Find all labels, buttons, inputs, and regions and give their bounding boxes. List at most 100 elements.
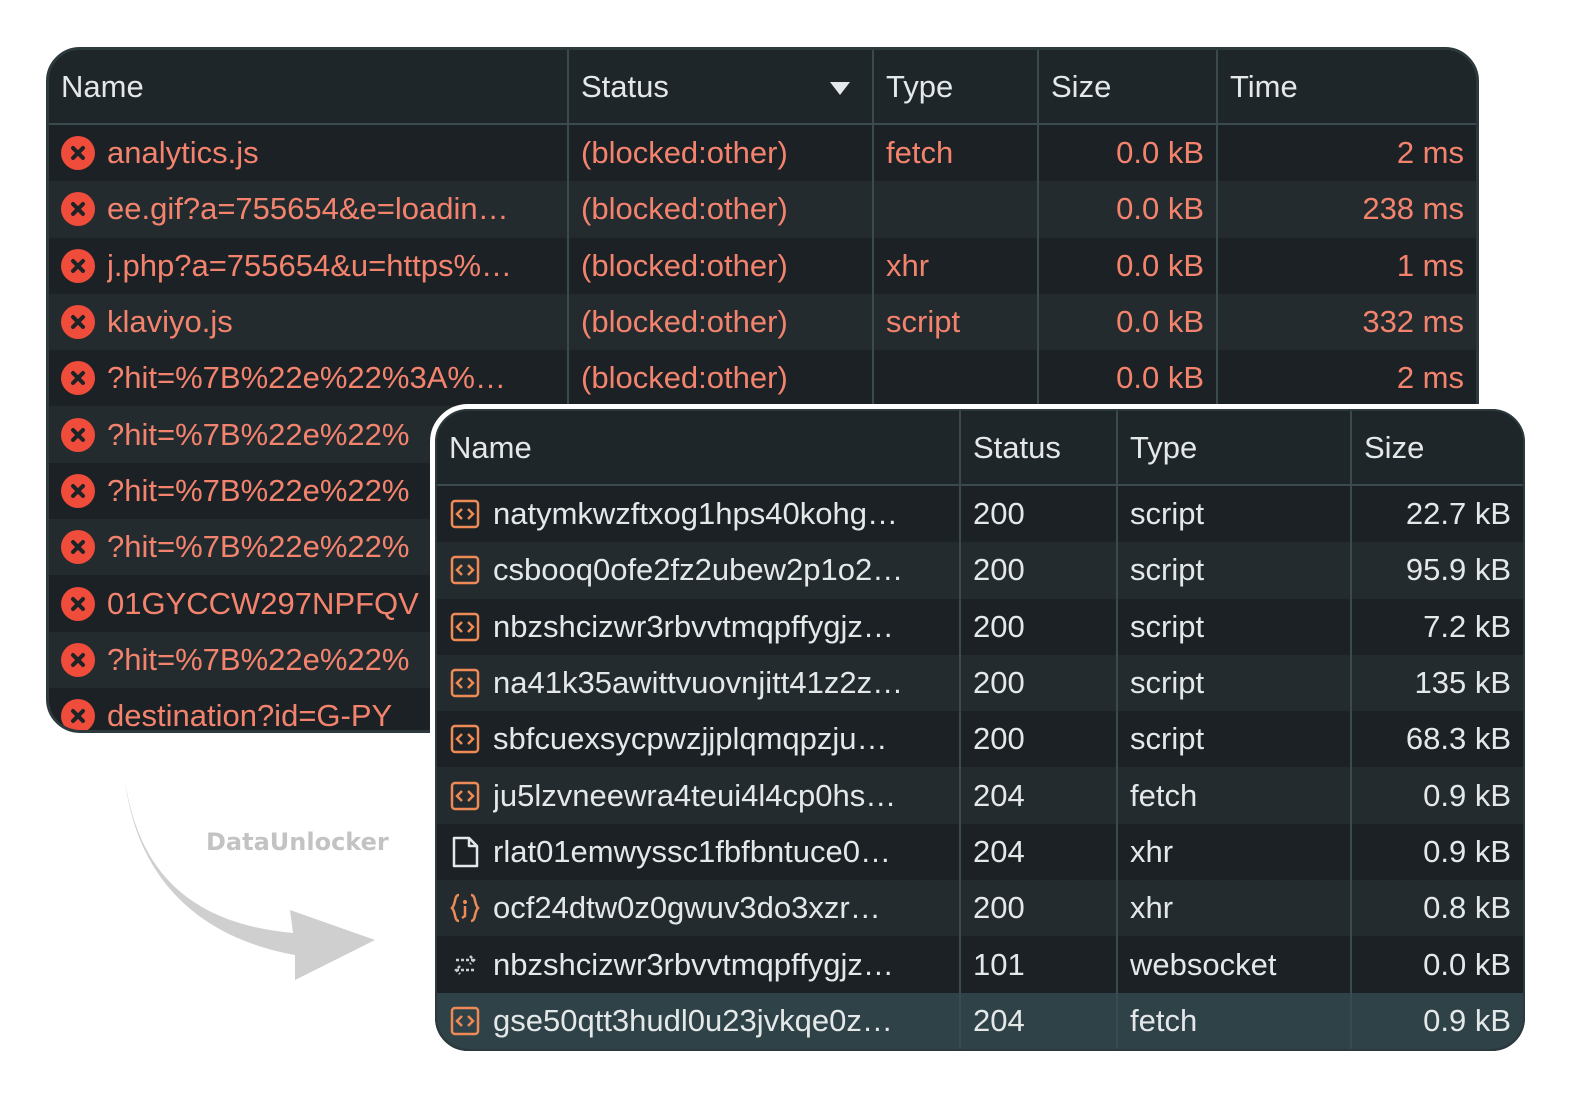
request-name-cell[interactable]: nbzshcizwr3rbvvtmqpffygjz… <box>437 598 961 655</box>
error-icon <box>61 642 95 677</box>
table-row[interactable]: ee.gif?a=755654&e=loadin… (blocked:other)… <box>49 181 1476 238</box>
request-name: rlat01emwyssc1fbfbntuce0… <box>449 834 947 870</box>
table-row[interactable]: natymkwzftxog1hps40kohg… 200 script 22.7 kB <box>437 485 1523 543</box>
request-name-text: j.php?a=755654&u=https%… <box>107 247 513 283</box>
request-name-text: analytics.js <box>107 135 259 171</box>
table-row[interactable]: klaviyo.js (blocked:other) script 0.0 kB 332… <box>49 293 1476 351</box>
table-row[interactable]: analytics.js (blocked:other) fetch 0.0 kB 2 … <box>49 124 1476 182</box>
request-name-cell[interactable]: sbfcuexsycpwzjjplqmqpzju… <box>437 711 961 768</box>
request-name-text: ?hit=%7B%22e%22% <box>107 416 410 452</box>
column-header-name[interactable]: Name <box>49 50 569 125</box>
table-row[interactable]: ju5lzvneewra4teui4l4cp0hs… 204 fetch 0.9 kB <box>437 767 1523 824</box>
request-size: 0.8 kB <box>1351 880 1523 937</box>
request-name: ee.gif?a=755654&e=loadin… <box>61 191 555 227</box>
table-row[interactable]: csbooq0ofe2fz2ubew2p1o2… 200 script 95.9 kB <box>437 542 1523 599</box>
request-size: 135 kB <box>1351 654 1523 712</box>
request-name-text: nbzshcizwr3rbvvtmqpffygjz… <box>493 608 894 644</box>
column-header-status[interactable]: Status <box>568 50 874 125</box>
request-type: script <box>1117 711 1352 768</box>
request-name-cell[interactable]: na41k35awittvuovnjitt41z2z… <box>437 654 961 712</box>
error-icon <box>61 305 95 340</box>
request-size: 0.0 kB <box>1038 181 1218 238</box>
table-row[interactable]: nbzshcizwr3rbvvtmqpffygjz… 101 websocket 0.… <box>437 936 1523 993</box>
request-type: script <box>1117 485 1352 543</box>
request-name-text: ocf24dtw0z0gwuv3do3xzr… <box>493 890 881 926</box>
column-header-type[interactable]: Type <box>1117 411 1352 486</box>
request-name-cell[interactable]: ocf24dtw0z0gwuv3do3xzr… <box>437 880 961 937</box>
request-type: fetch <box>873 124 1039 182</box>
request-size: 7.2 kB <box>1351 598 1523 655</box>
request-type: script <box>1117 598 1352 655</box>
script-icon <box>449 780 481 812</box>
request-type: fetch <box>1117 992 1352 1049</box>
table-row[interactable]: na41k35awittvuovnjitt41z2z… 200 script 135 … <box>437 654 1523 712</box>
request-name: analytics.js <box>61 135 555 171</box>
request-name-cell[interactable]: csbooq0ofe2fz2ubew2p1o2… <box>437 542 961 599</box>
table-row[interactable]: ocf24dtw0z0gwuv3do3xzr… 200 xhr 0.8 kB <box>437 880 1523 937</box>
error-icon <box>61 530 95 565</box>
request-time: 2 ms <box>1217 350 1476 407</box>
request-time: 2 ms <box>1217 124 1476 182</box>
request-name-text: nbzshcizwr3rbvvtmqpffygjz… <box>493 946 894 982</box>
request-name-text: 01GYCCW297NPFQV <box>107 585 419 621</box>
request-size: 0.0 kB <box>1038 350 1218 407</box>
request-name-cell[interactable]: klaviyo.js <box>49 293 569 351</box>
request-status: 204 <box>960 823 1118 881</box>
script-icon <box>449 498 481 530</box>
sort-descending-icon[interactable] <box>830 82 850 95</box>
request-name-text: ju5lzvneewra4teui4l4cp0hs… <box>493 777 897 813</box>
request-size: 0.0 kB <box>1038 293 1218 351</box>
error-icon <box>61 192 95 227</box>
request-name: natymkwzftxog1hps40kohg… <box>449 496 947 532</box>
document-icon <box>449 836 481 868</box>
request-name: ?hit=%7B%22e%22%3A%… <box>61 360 555 396</box>
script-icon <box>449 554 481 586</box>
request-name: gse50qtt3hudl0u23jvkqe0z… <box>449 1003 947 1039</box>
table-row[interactable]: j.php?a=755654&u=https%… (blocked:other) x… <box>49 237 1476 294</box>
request-name-text: rlat01emwyssc1fbfbntuce0… <box>493 833 892 869</box>
unlocked-requests-panel: Name Status Type Size natymkwzftxog1hps4… <box>430 404 1530 1056</box>
request-status: 200 <box>960 598 1118 655</box>
request-type: fetch <box>1117 767 1352 824</box>
table-row[interactable]: gse50qtt3hudl0u23jvkqe0z… 204 fetch 0.9 kB <box>437 992 1523 1049</box>
table-row[interactable]: nbzshcizwr3rbvvtmqpffygjz… 200 script 7.2 k… <box>437 598 1523 655</box>
column-header-size[interactable]: Size <box>1038 50 1218 125</box>
request-name-cell[interactable]: ju5lzvneewra4teui4l4cp0hs… <box>437 767 961 824</box>
column-header-status[interactable]: Status <box>960 411 1118 486</box>
request-size: 0.9 kB <box>1351 992 1523 1049</box>
request-name-cell[interactable]: analytics.js <box>49 124 569 182</box>
error-icon <box>61 417 95 452</box>
request-name-cell[interactable]: nbzshcizwr3rbvvtmqpffygjz… <box>437 936 961 993</box>
request-name-cell[interactable]: natymkwzftxog1hps40kohg… <box>437 485 961 543</box>
request-name: nbzshcizwr3rbvvtmqpffygjz… <box>449 947 947 983</box>
request-name-cell[interactable]: j.php?a=755654&u=https%… <box>49 237 569 294</box>
error-icon <box>61 361 95 396</box>
request-name: j.php?a=755654&u=https%… <box>61 248 555 284</box>
request-status: (blocked:other) <box>568 124 874 182</box>
request-name-text: klaviyo.js <box>107 304 233 340</box>
request-name-cell[interactable]: ee.gif?a=755654&e=loadin… <box>49 181 569 238</box>
request-name: nbzshcizwr3rbvvtmqpffygjz… <box>449 609 947 645</box>
table-row[interactable]: rlat01emwyssc1fbfbntuce0… 204 xhr 0.9 kB <box>437 823 1523 881</box>
request-type: xhr <box>1117 880 1352 937</box>
request-name-text: csbooq0ofe2fz2ubew2p1o2… <box>493 552 904 588</box>
request-name-cell[interactable]: rlat01emwyssc1fbfbntuce0… <box>437 823 961 881</box>
script-icon <box>449 723 481 755</box>
column-header-name[interactable]: Name <box>437 411 961 486</box>
table-header-row: Name Status Type Size <box>437 411 1523 486</box>
table-row[interactable]: ?hit=%7B%22e%22%3A%… (blocked:other) 0.0 k… <box>49 350 1476 407</box>
request-status: 204 <box>960 767 1118 824</box>
table-row[interactable]: sbfcuexsycpwzjjplqmqpzju… 200 script 68.3 k… <box>437 711 1523 768</box>
request-status: 200 <box>960 542 1118 599</box>
column-header-type[interactable]: Type <box>873 50 1039 125</box>
column-header-size[interactable]: Size <box>1351 411 1523 486</box>
request-name-cell[interactable]: ?hit=%7B%22e%22%3A%… <box>49 350 569 407</box>
column-header-time[interactable]: Time <box>1217 50 1476 125</box>
unlocked-requests-table: Name Status Type Size natymkwzftxog1hps4… <box>437 411 1523 1049</box>
request-type: script <box>873 293 1039 351</box>
request-name-text: na41k35awittvuovnjitt41z2z… <box>493 665 904 701</box>
request-type: script <box>1117 654 1352 712</box>
script-icon <box>449 667 481 699</box>
request-name-cell[interactable]: gse50qtt3hudl0u23jvkqe0z… <box>437 992 961 1049</box>
column-header-status-label: Status <box>581 68 669 104</box>
